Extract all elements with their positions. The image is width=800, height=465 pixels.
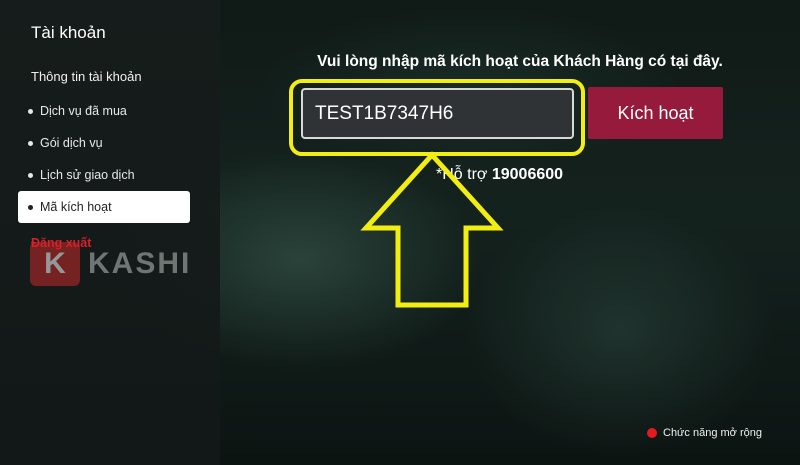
sidebar-item-label: Dịch vụ đã mua xyxy=(40,104,127,118)
extended-features[interactable]: Chức năng mở rộng xyxy=(647,427,762,439)
sidebar-title: Tài khoản xyxy=(31,23,106,42)
sidebar-item-account-info[interactable]: Thông tin tài khoản xyxy=(31,69,142,84)
page-title: Vui lòng nhập mã kích hoạt của Khách Hàn… xyxy=(317,53,723,70)
sidebar-item-label: Lịch sử giao dịch xyxy=(40,168,135,182)
bullet-icon xyxy=(28,204,33,210)
bullet-icon xyxy=(28,140,33,146)
bullet-icon xyxy=(28,108,33,114)
bullet-icon xyxy=(28,172,33,178)
arrow-up-icon xyxy=(360,151,504,308)
activation-code-input[interactable] xyxy=(301,88,574,139)
logout-link[interactable]: Đăng xuất xyxy=(31,236,91,250)
sidebar-item-transaction-history[interactable]: Lịch sử giao dịch xyxy=(18,159,190,191)
activate-button[interactable]: Kích hoạt xyxy=(588,87,723,139)
sidebar-item-label: Mã kích hoạt xyxy=(40,200,112,214)
sidebar-item-purchased-services[interactable]: Dịch vụ đã mua xyxy=(18,95,190,127)
sidebar-item-activation-code[interactable]: Mã kích hoạt xyxy=(18,191,190,223)
watermark-text: KASHI xyxy=(88,247,192,280)
sidebar-item-label: Gói dịch vụ xyxy=(40,136,103,150)
sidebar: Tài khoản Thông tin tài khoản Dịch vụ đã… xyxy=(0,0,220,465)
sidebar-item-service-packages[interactable]: Gói dịch vụ xyxy=(18,127,190,159)
extended-features-label: Chức năng mở rộng xyxy=(663,427,762,439)
red-dot-icon xyxy=(647,428,657,438)
